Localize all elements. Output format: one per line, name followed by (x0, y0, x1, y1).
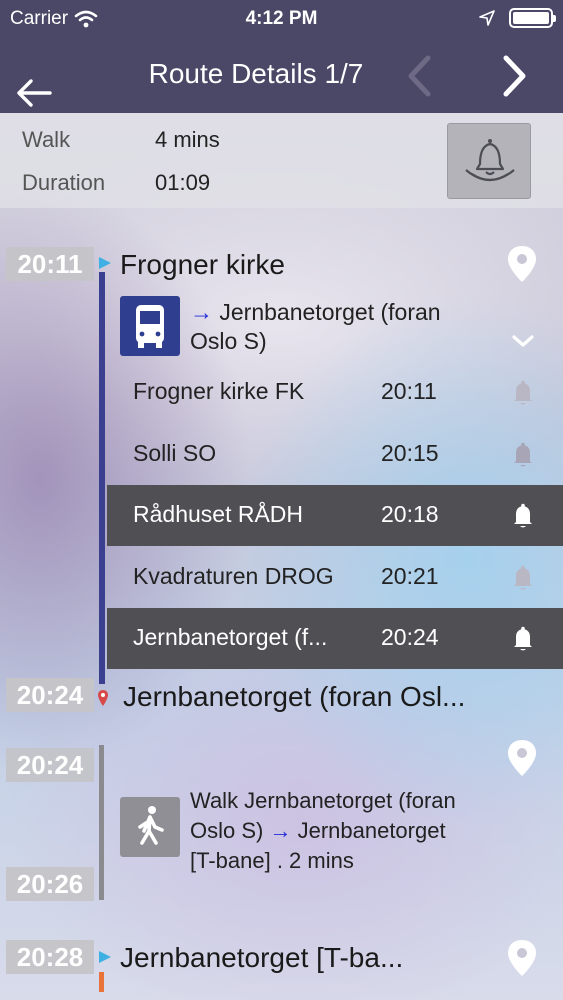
walk-value: 4 mins (155, 127, 220, 152)
list-item[interactable]: Rådhuset RÅDH 20:18 (107, 485, 563, 546)
list-item[interactable]: Solli SO 20:15 (107, 424, 563, 485)
bell-icon (465, 139, 515, 182)
stop-time: 20:21 (381, 563, 439, 589)
duration-value: 01:09 (155, 170, 211, 195)
arrival-stop-name: Jernbanetorget (foran Osl... (123, 681, 466, 712)
stop-time: 20:18 (381, 501, 439, 527)
triangle-marker-icon (99, 257, 111, 269)
route-summary: Walk 4 mins Duration 01:09 (0, 113, 563, 208)
arrival-time: 20:24 (6, 678, 94, 712)
origin-stop-name: Frogner kirke (120, 249, 285, 280)
bus-destination-line1: Jernbanetorget (foran (219, 299, 441, 325)
list-item[interactable]: Jernbanetorget (f... 20:24 (107, 608, 563, 669)
arrow-icon: → (269, 818, 292, 843)
walk-description: Walk Jernbanetorget (foran Oslo S) → Jer… (190, 786, 530, 876)
arrow-icon: → (190, 299, 213, 325)
map-pin-icon[interactable] (505, 938, 539, 978)
location-arrow-icon (479, 10, 495, 26)
stop-time: 20:11 (381, 378, 437, 404)
bell-icon[interactable] (511, 380, 535, 406)
walk-line3: [T-bane] . 2 mins (190, 848, 354, 873)
bell-icon[interactable] (511, 626, 535, 652)
chevron-down-icon[interactable] (510, 332, 536, 350)
stop-name: Rådhuset RÅDH (133, 501, 304, 527)
walk-label: Walk (22, 127, 71, 152)
battery-icon (509, 8, 556, 28)
bell-icon[interactable] (511, 442, 535, 468)
bell-icon[interactable] (511, 565, 535, 591)
bus-destination-line2: Oslo S) (190, 328, 267, 354)
stop-name: Jernbanetorget (f... (133, 624, 328, 650)
walk-connector-line (99, 972, 104, 992)
map-pin-icon[interactable] (505, 244, 539, 284)
page-title: Route Details 1/7 (148, 58, 364, 89)
duration-label: Duration (22, 170, 106, 195)
next-stop-time: 20:28 (6, 940, 94, 974)
chevron-left-icon[interactable] (404, 54, 434, 98)
bus-destination: → Jernbanetorget (foran Oslo S) (190, 298, 510, 356)
origin-time: 20:11 (6, 247, 94, 281)
bus-route-line (99, 272, 105, 684)
bus-icon (120, 296, 180, 356)
chevron-right-icon[interactable] (500, 54, 530, 98)
walk-icon (120, 797, 180, 857)
walk-line1: Walk Jernbanetorget (foran (190, 788, 456, 813)
walk-end-time: 20:26 (6, 867, 94, 901)
triangle-marker-icon (99, 951, 111, 963)
status-right (479, 8, 556, 28)
walk-line2a: Oslo S) (190, 818, 270, 843)
navigation-bar: Carrier 4:12 PM Route Details 1/7 (0, 0, 563, 113)
stop-name: Kvadraturen DROG (133, 563, 334, 589)
stop-time: 20:15 (381, 440, 439, 466)
alarm-button[interactable] (447, 123, 531, 199)
stop-name: Frogner kirke FK (133, 378, 305, 404)
stop-name: Solli SO (133, 440, 217, 466)
list-item[interactable]: Kvadraturen DROG 20:21 (107, 547, 563, 608)
arrival-pin-icon (98, 690, 108, 706)
walk-route-line (99, 745, 104, 900)
list-item[interactable]: Frogner kirke FK 20:11 (107, 362, 563, 423)
map-pin-icon[interactable] (505, 738, 539, 778)
bell-icon[interactable] (511, 503, 535, 529)
next-stop-name: Jernbanetorget [T-ba... (120, 942, 404, 973)
stop-time: 20:24 (381, 624, 439, 650)
walk-line2b: Jernbanetorget (291, 818, 446, 843)
walk-start-time: 20:24 (6, 748, 94, 782)
